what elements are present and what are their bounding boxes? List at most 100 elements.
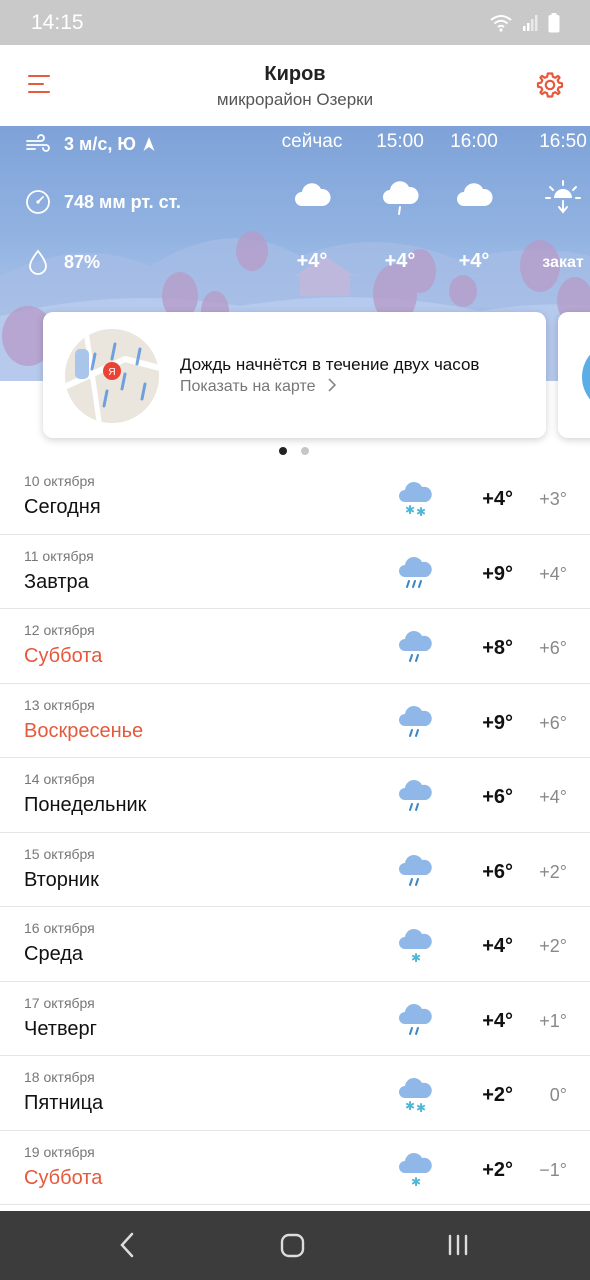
pager-dot: [279, 447, 287, 455]
app-header: Киров микрорайон Озерки: [0, 45, 590, 126]
svg-text:✱: ✱: [416, 505, 426, 518]
humidity-drop-icon: [29, 249, 47, 275]
day-date: 19 октября: [24, 1143, 95, 1160]
day-row[interactable]: 17 октября Четверг +4° +1°: [0, 982, 590, 1056]
home-icon[interactable]: [280, 1231, 306, 1259]
day-name: Сегодня: [24, 496, 101, 518]
day-temp-min: +3°: [539, 489, 567, 509]
day-name: Вторник: [24, 868, 99, 891]
back-icon[interactable]: [116, 1231, 140, 1259]
status-icons: [490, 13, 560, 33]
day-temp-max: +4°: [482, 1009, 513, 1032]
map-badge: Я: [108, 367, 115, 378]
pager-dot: [301, 447, 309, 455]
day-row[interactable]: 11 октября Завтра +9° +4°: [0, 535, 590, 609]
city-title: Киров: [264, 63, 326, 85]
hour-temp: +4°: [296, 250, 328, 272]
day-date: 18 октября: [24, 1069, 95, 1085]
hour-time: 15:00: [376, 131, 424, 152]
cloud-snow-icon: ✱ ✱: [399, 1078, 432, 1114]
day-temp-max: +9°: [482, 562, 513, 585]
cloud-rain-icon: [383, 181, 419, 215]
day-name: Понедельник: [24, 794, 147, 816]
cloud-icon: [295, 183, 331, 206]
day-row[interactable]: 12 октября Суббота +8° +6°: [0, 609, 590, 684]
sunset-icon: [545, 180, 581, 214]
day-date: 16 октября: [24, 920, 95, 936]
day-temp-max: +6°: [482, 786, 513, 808]
day-row[interactable]: 10 октября Сегодня ✱ ✱ +4° +3°: [0, 460, 590, 535]
status-bar: 14:15: [0, 0, 590, 45]
day-name: Суббота: [24, 1166, 103, 1189]
day-temp-min: +6°: [539, 712, 567, 733]
day-temp-min: +6°: [539, 638, 567, 658]
battery-icon: [548, 13, 560, 33]
signal-icon: [523, 15, 538, 31]
day-row[interactable]: 16 октября Среда ✱ +4° +2°: [0, 907, 590, 982]
pressure-metric: 748 мм рт. ст.: [24, 188, 181, 216]
day-temp-min: +1°: [539, 1010, 567, 1031]
day-temp-min: −1°: [539, 1159, 567, 1180]
cloud-rain-icon: [399, 780, 432, 811]
cloud-light-snow-icon: ✱: [399, 929, 432, 965]
recent-apps-icon[interactable]: [446, 1231, 472, 1259]
carousel-pager: [279, 447, 309, 455]
gear-icon[interactable]: [536, 71, 564, 99]
show-on-map-label: Показать на карте: [180, 378, 316, 395]
precipitation-map-thumbnail[interactable]: Я: [65, 329, 159, 423]
humidity-value: 87%: [64, 251, 101, 272]
district-subtitle: микрорайон Озерки: [216, 90, 374, 109]
map-preview: Я: [65, 329, 159, 423]
day-row[interactable]: 13 октября Воскресенье +9° +6°: [0, 684, 590, 758]
hour-time: 16:50: [539, 131, 587, 152]
cloud-rain-icon: [399, 705, 432, 737]
hour-time: сейчас: [281, 131, 343, 152]
day-name: Завтра: [24, 570, 89, 593]
precipitation-card[interactable]: Я Дождь начнётся в течение двух часов По…: [43, 312, 546, 438]
day-row[interactable]: 15 октября Вторник +6° +2°: [0, 833, 590, 907]
next-card-preview: [582, 342, 590, 412]
show-on-map-link[interactable]: Показать на карте: [180, 378, 338, 396]
day-date: 13 октября: [24, 696, 95, 713]
day-row[interactable]: 18 октября Пятница ✱ ✱ +2° 0°: [0, 1056, 590, 1131]
day-temp-min: +4°: [539, 563, 567, 584]
day-temp-min: +4°: [539, 787, 567, 807]
status-time: 14:15: [31, 11, 84, 34]
cloud-rain-icon: [399, 854, 432, 886]
day-temp-min: +2°: [539, 861, 567, 882]
wind-icon: [26, 134, 50, 152]
day-name: Суббота: [24, 645, 103, 667]
humidity-metric: 87%: [24, 248, 100, 276]
svg-text:✱: ✱: [411, 951, 421, 965]
day-name: Воскресенье: [24, 719, 144, 742]
day-row[interactable]: 14 октября Понедельник +6° +4°: [0, 758, 590, 833]
pressure-gauge-icon: [26, 190, 50, 214]
wind-direction-icon: [143, 137, 155, 151]
hour-time: 16:00: [450, 131, 498, 152]
day-temp-max: +8°: [482, 637, 513, 659]
day-date: 15 октября: [24, 845, 95, 862]
day-name: Среда: [24, 943, 84, 965]
day-row[interactable]: 19 октября Суббота ✱ +2° −1°: [0, 1131, 590, 1205]
cloud-icon: [457, 183, 493, 206]
hour-temp: закат: [542, 254, 584, 271]
next-card[interactable]: [558, 312, 590, 438]
day-temp-max: +6°: [482, 860, 513, 883]
daily-forecast-list: 10 октября Сегодня ✱ ✱ +4° +3° 11 октябр…: [0, 460, 590, 1205]
day-temp-max: +2°: [482, 1084, 513, 1106]
wifi-icon: [490, 15, 512, 32]
chevron-right-icon: [328, 378, 337, 392]
svg-text:✱: ✱: [405, 1099, 415, 1113]
day-temp-max: +2°: [482, 1158, 513, 1181]
wind-value: 3 м/с, Ю: [64, 133, 136, 154]
cloud-heavy-rain-icon: [399, 556, 432, 588]
svg-text:✱: ✱: [411, 1175, 421, 1189]
day-name: Пятница: [24, 1092, 104, 1114]
precipitation-message: Дождь начнётся в течение двух часов: [180, 355, 480, 374]
pressure-value: 748 мм рт. ст.: [64, 191, 181, 212]
hour-temp: +4°: [384, 250, 416, 272]
day-temp-max: +9°: [482, 711, 513, 734]
day-temp-max: +4°: [482, 488, 513, 510]
svg-text:✱: ✱: [405, 503, 415, 517]
cloud-light-snow-icon: ✱: [399, 1152, 432, 1189]
